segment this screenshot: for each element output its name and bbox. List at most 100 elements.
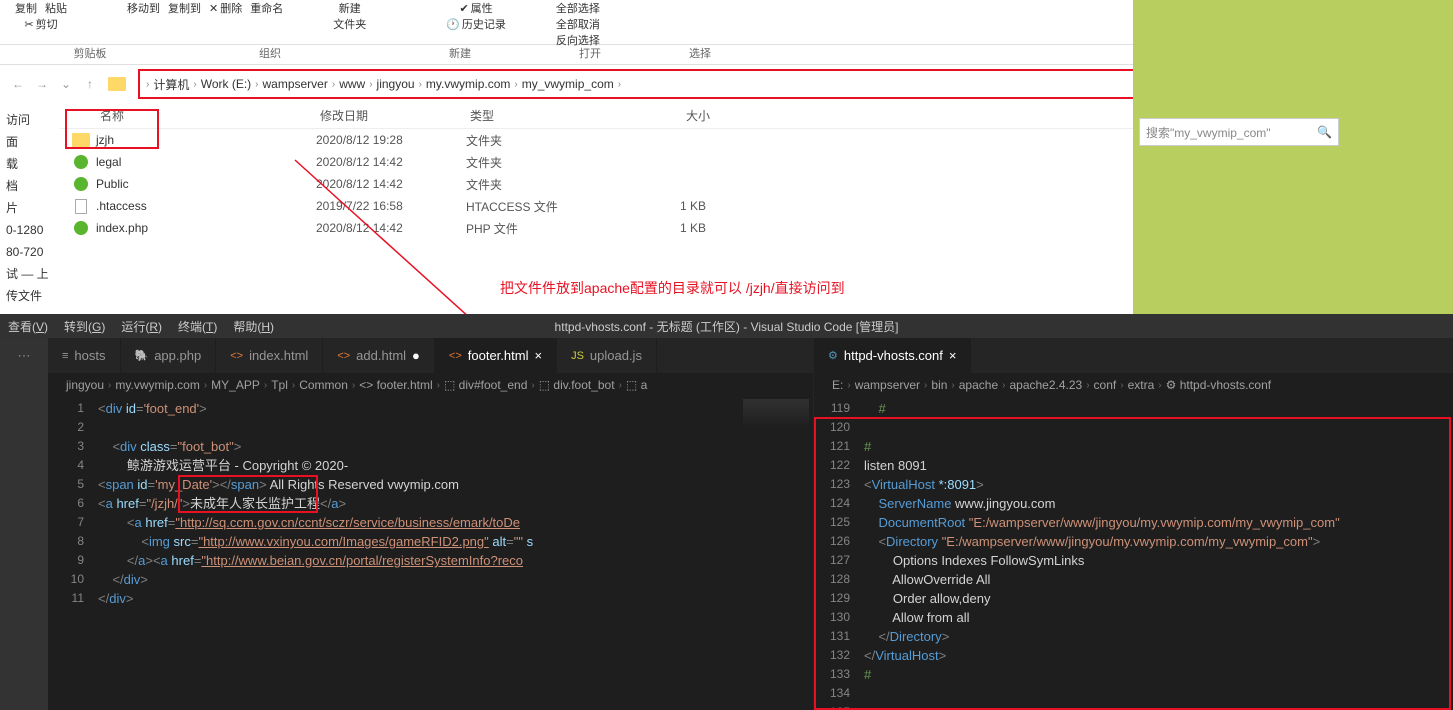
- bc-item[interactable]: conf: [1094, 378, 1117, 392]
- tab-label: hosts: [74, 348, 105, 363]
- search-input-2[interactable]: 搜索"my_vwymip_com" 🔍: [1139, 118, 1339, 146]
- file-name: Public: [96, 177, 316, 191]
- breadcrumb-right[interactable]: E: › wampserver › bin › apache › apache2…: [814, 373, 1453, 397]
- nav-item[interactable]: 档: [6, 175, 54, 197]
- nav-item[interactable]: 试 — 上传文件: [6, 263, 54, 307]
- editor-right[interactable]: 1191201211221231241251261271281291301311…: [814, 397, 1453, 710]
- bc-item[interactable]: apache2.4.23: [1009, 378, 1082, 392]
- bc-item[interactable]: ⬚ div.foot_bot: [539, 378, 615, 392]
- nav-item[interactable]: 载: [6, 153, 54, 175]
- col-type-header[interactable]: 类型: [470, 107, 630, 124]
- explorer-right-peek: 搜索"my_vwymip_com" 🔍: [1133, 0, 1453, 318]
- tab[interactable]: <>footer.html×: [435, 338, 557, 373]
- history-button[interactable]: 🕐 历史记录: [446, 16, 506, 32]
- crumb[interactable]: 计算机: [153, 76, 189, 93]
- properties-button[interactable]: ✔ 属性: [459, 0, 492, 16]
- nav-back-icon[interactable]: ←: [8, 74, 28, 94]
- cut-button[interactable]: ✂ 剪切: [24, 16, 57, 32]
- menu-help[interactable]: 帮助(H): [233, 318, 274, 335]
- annotation-text: 把文件件放到apache配置的目录就可以 /jzjh/直接访问到: [500, 278, 845, 298]
- crumb[interactable]: my_vwymip_com: [522, 77, 614, 91]
- crumb[interactable]: my.vwymip.com: [426, 77, 510, 91]
- delete-button[interactable]: ✕ 删除: [209, 0, 242, 16]
- bc-item[interactable]: apache: [959, 378, 998, 392]
- file-type: PHP 文件: [466, 220, 626, 237]
- breadcrumb[interactable]: › 计算机 › Work (E:) › wampserver › www › j…: [138, 69, 1161, 99]
- vscode-window: 查看(V) 转到(G) 运行(R) 终端(T) 帮助(H) httpd-vhos…: [0, 314, 1453, 710]
- nav-pane[interactable]: 访问面载档片0-128080-720试 — 上传文件: [0, 103, 60, 313]
- rename-button[interactable]: 重命名: [250, 0, 283, 16]
- col-date-header[interactable]: 修改日期: [320, 107, 470, 124]
- crumb[interactable]: wampserver: [263, 77, 328, 91]
- minimap-left[interactable]: [733, 397, 813, 710]
- crumb[interactable]: www: [339, 77, 365, 91]
- activity-bar[interactable]: ⋯: [0, 338, 48, 710]
- nav-fwd-icon[interactable]: →: [32, 74, 52, 94]
- bc-item[interactable]: Tpl: [271, 378, 288, 392]
- bc-item[interactable]: E:: [832, 378, 843, 392]
- menu-terminal[interactable]: 终端(T): [178, 318, 217, 335]
- bc-item[interactable]: bin: [931, 378, 947, 392]
- paste-button[interactable]: 粘贴: [45, 0, 67, 16]
- bc-item[interactable]: my.vwymip.com: [115, 378, 199, 392]
- file-name: index.php: [96, 221, 316, 235]
- bc-item[interactable]: Common: [299, 378, 348, 392]
- nav-item[interactable]: 0-1280: [6, 219, 54, 241]
- file-name: jzjh: [96, 133, 316, 147]
- menu-goto[interactable]: 转到(G): [64, 318, 105, 335]
- tab-label: upload.js: [590, 348, 642, 363]
- tab-icon: <>: [337, 350, 350, 362]
- tab-icon: JS: [571, 350, 584, 362]
- menu-view[interactable]: 查看(V): [8, 318, 48, 335]
- crumb[interactable]: Work (E:): [201, 77, 251, 91]
- file-name: .htaccess: [96, 199, 316, 213]
- close-icon[interactable]: ×: [949, 348, 957, 363]
- tab[interactable]: ≡hosts: [48, 338, 121, 373]
- selectnone-button[interactable]: 全部取消: [556, 16, 600, 32]
- tab[interactable]: <>add.html●: [323, 338, 435, 373]
- grp-organize-label: 组织: [220, 45, 320, 64]
- nav-item[interactable]: 80-720: [6, 241, 54, 263]
- editor-left[interactable]: 1234567891011 <div id='foot_end'> <div c…: [48, 397, 813, 710]
- folder-icon: [108, 77, 126, 91]
- bc-item[interactable]: MY_APP: [211, 378, 260, 392]
- bc-item[interactable]: ⬚ div#foot_end: [444, 378, 527, 392]
- file-type: 文件夹: [466, 154, 626, 171]
- file-size: 1 KB: [626, 199, 726, 213]
- bc-item[interactable]: jingyou: [66, 378, 104, 392]
- tab[interactable]: <>index.html: [216, 338, 323, 373]
- bc-item[interactable]: ⬚ a: [626, 378, 647, 392]
- sync-icon: [74, 221, 88, 235]
- file-date: 2020/8/12 19:28: [316, 133, 466, 147]
- tab[interactable]: JS upload.js: [557, 338, 657, 373]
- crumb[interactable]: jingyou: [377, 77, 415, 91]
- close-icon[interactable]: ×: [534, 348, 542, 363]
- nav-item[interactable]: 片: [6, 197, 54, 219]
- menu-run[interactable]: 运行(R): [121, 318, 162, 335]
- col-size-header[interactable]: 大小: [630, 107, 730, 124]
- tab[interactable]: ⚙httpd-vhosts.conf×: [814, 338, 971, 373]
- breadcrumb-left[interactable]: jingyou › my.vwymip.com › MY_APP › Tpl ›…: [48, 373, 813, 397]
- copyto-button[interactable]: 复制到: [168, 0, 201, 16]
- tab[interactable]: 🐘app.php: [121, 338, 217, 373]
- bc-item[interactable]: <> footer.html: [359, 378, 432, 392]
- properties-label: 属性: [471, 0, 493, 16]
- nav-dropdown-icon[interactable]: ⌄: [56, 74, 76, 94]
- file-date: 2019/7/22 16:58: [316, 199, 466, 213]
- code-right[interactable]: # # listen 8091 <VirtualHost *:8091> Ser…: [864, 397, 1453, 710]
- col-name-header[interactable]: 名称: [100, 109, 124, 123]
- grp-open-label: 打开: [560, 45, 620, 64]
- bc-item[interactable]: extra: [1128, 378, 1155, 392]
- code-left[interactable]: <div id='foot_end'> <div class="foot_bot…: [98, 397, 813, 710]
- tab-label: add.html: [356, 348, 406, 363]
- nav-item[interactable]: 面: [6, 131, 54, 153]
- ellipsis-icon[interactable]: ⋯: [18, 348, 31, 364]
- copy-button[interactable]: 复制: [15, 0, 37, 16]
- moveto-button[interactable]: 移动到: [127, 0, 160, 16]
- bc-item[interactable]: wampserver: [855, 378, 920, 392]
- newfolder-button[interactable]: 新建 文件夹: [333, 0, 366, 32]
- nav-item[interactable]: 访问: [6, 109, 54, 131]
- selectall-button[interactable]: 全部选择: [556, 0, 600, 16]
- bc-item[interactable]: ⚙ httpd-vhosts.conf: [1166, 378, 1271, 392]
- nav-up-icon[interactable]: ↑: [80, 74, 100, 94]
